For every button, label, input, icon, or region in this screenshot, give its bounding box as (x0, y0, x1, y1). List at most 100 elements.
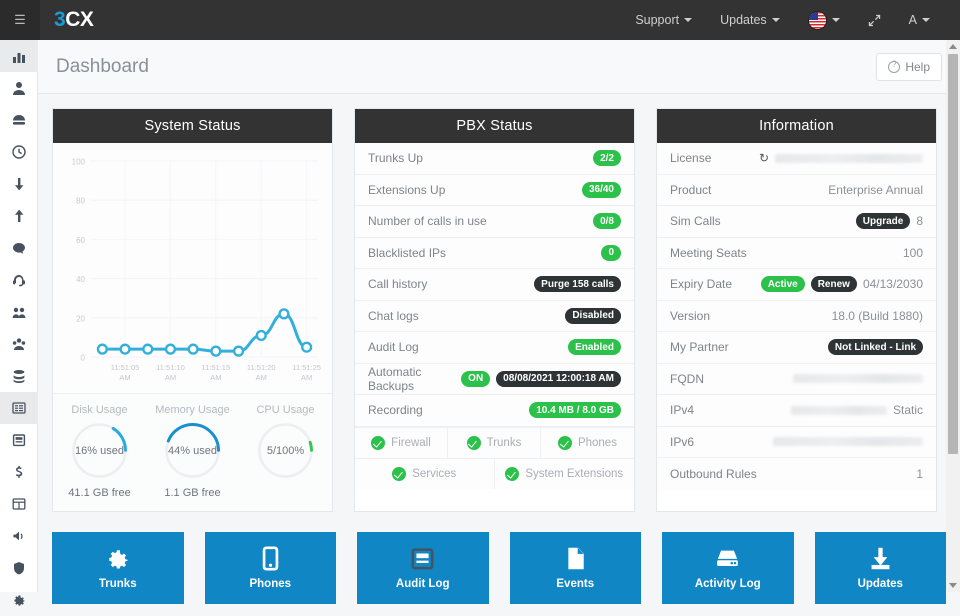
gauge-title: Disk Usage (71, 404, 127, 416)
pbx-row-label: Audit Log (368, 340, 419, 354)
sidebar-item-dashboard[interactable] (0, 40, 38, 72)
status-badge[interactable]: Purge 158 calls (534, 276, 621, 292)
speaker-icon (12, 529, 26, 543)
sim-calls-value: 8 (916, 214, 923, 228)
gauge-0: Disk Usage16% used41.1 GB free (53, 404, 146, 499)
health-check-item[interactable]: Trunks (448, 428, 541, 458)
fullscreen-button[interactable] (854, 0, 895, 40)
sidebar-item-settings[interactable] (0, 584, 38, 616)
support-menu[interactable]: Support (621, 0, 706, 40)
chevron-down-icon (922, 18, 930, 22)
info-row-expiry-date: Expiry DateActiveRenew04/13/2030 (657, 269, 936, 301)
scrollbar-thumb[interactable] (948, 54, 958, 454)
arrow-down-icon (12, 177, 26, 191)
info-row-value: ↻ (759, 151, 923, 165)
check-circle-icon (392, 467, 406, 481)
info-row-label: Sim Calls (670, 214, 721, 228)
sidebar-item-billing[interactable] (0, 456, 38, 488)
pbx-row-value: 0/8 (593, 213, 621, 229)
info-row-value: Upgrade 8 (856, 213, 923, 229)
scroll-down-icon[interactable] (949, 583, 957, 588)
sidebar-item-outbound-rules[interactable] (0, 200, 38, 232)
svg-text:11:51:15: 11:51:15 (202, 363, 231, 372)
health-check-item[interactable]: Phones (541, 428, 634, 458)
health-checks-row: Services System Extensions (355, 459, 634, 489)
line-chart: 02040608010011:51:05AM11:51:10AM11:51:15… (59, 151, 328, 401)
health-check-item[interactable]: Firewall (355, 428, 448, 458)
sidebar-item-call-flow-apps[interactable] (0, 488, 38, 520)
chart-data-point (302, 343, 311, 352)
pbx-row-value: Purge 158 calls (534, 276, 621, 292)
sidebar-item-inbound-rules[interactable] (0, 168, 38, 200)
gear-icon (12, 593, 26, 607)
svg-text:AM: AM (210, 373, 221, 382)
chart-data-point (211, 347, 220, 356)
sidebar-item-contacts[interactable] (0, 328, 38, 360)
gauge-title: Memory Usage (155, 404, 230, 416)
tile-label: Trunks (99, 578, 137, 590)
status-badge[interactable]: 2/2 (593, 150, 621, 166)
app-logo[interactable]: 3CX (54, 8, 93, 32)
sidebar-item-activity-log[interactable] (0, 392, 38, 424)
pbx-row: Audit Log Enabled (355, 332, 634, 364)
gauge-value: 44% used (161, 419, 224, 482)
redacted-value (773, 437, 923, 446)
account-menu[interactable]: A (895, 0, 944, 40)
tile-events[interactable]: Events (510, 532, 642, 604)
backups-toggle-badge[interactable]: ON (461, 371, 490, 387)
status-badge[interactable]: 36/40 (582, 182, 621, 198)
health-check-label: Services (412, 468, 456, 480)
info-row-outbound-rules: Outbound Rules1 (657, 458, 936, 490)
status-badge[interactable]: 0/8 (593, 213, 621, 229)
support-label: Support (635, 13, 679, 27)
database-icon (12, 369, 26, 383)
chart-data-point (280, 309, 289, 318)
health-checks: FirewallTrunksPhones Services System Exten… (355, 427, 634, 489)
scroll-up-icon[interactable] (949, 44, 957, 49)
sidebar-item-voice-prompts[interactable] (0, 520, 38, 552)
health-check-item[interactable]: System Extensions (495, 459, 635, 489)
status-badge[interactable]: 0 (601, 245, 621, 261)
sidebar-item-sip-trunks[interactable] (0, 104, 38, 136)
list-icon (12, 401, 26, 415)
sidebar-item-security[interactable] (0, 552, 38, 584)
pbx-row-label: Number of calls in use (368, 214, 487, 228)
health-check-item[interactable]: Services (355, 459, 495, 489)
status-badge[interactable]: Disabled (565, 308, 621, 324)
info-row-sim-calls: Sim Calls Upgrade 8 (657, 206, 936, 238)
renew-badge[interactable]: Renew (811, 276, 857, 292)
svg-text:60: 60 (76, 236, 85, 245)
tile-trunks[interactable]: Trunks (52, 532, 184, 604)
active-badge[interactable]: Active (761, 276, 805, 292)
tile-updates[interactable]: Updates (815, 532, 947, 604)
sidebar-item-reports[interactable] (0, 424, 38, 456)
info-row-value: 100 (903, 246, 923, 260)
info-row-value (793, 374, 923, 383)
sidebar-item-groups[interactable] (0, 296, 38, 328)
pbx-row: Call historyPurge 158 calls (355, 269, 634, 301)
language-menu[interactable] (794, 0, 854, 40)
sidebar-item-call-center[interactable] (0, 264, 38, 296)
sidebar-item-web-client[interactable] (0, 136, 38, 168)
tile-activity-log[interactable]: Activity Log (662, 532, 794, 604)
health-checks-row: FirewallTrunksPhones (355, 428, 634, 459)
hamburger-menu-icon[interactable]: ☰ (0, 0, 40, 40)
sidebar-item-users[interactable] (0, 72, 38, 104)
status-badge[interactable]: Enabled (568, 339, 621, 355)
sidebar-item-backup-restore[interactable] (0, 360, 38, 392)
info-row-value: Static (791, 403, 923, 417)
backups-timestamp-badge[interactable]: 08/08/2021 12:00:18 AM (496, 371, 621, 387)
upgrade-badge[interactable]: Upgrade (856, 213, 911, 229)
pbx-row-value: 10.4 MB / 8.0 GB (529, 402, 621, 418)
updates-menu[interactable]: Updates (706, 0, 794, 40)
help-button[interactable]: Help (876, 53, 942, 81)
refresh-icon[interactable]: ↻ (759, 151, 769, 165)
top-nav: Support Updates A (621, 0, 960, 40)
tile-phones[interactable]: Phones (205, 532, 337, 604)
recording-badge[interactable]: 10.4 MB / 8.0 GB (529, 402, 621, 418)
top-bar: ☰ 3CX Support Updates A (0, 0, 960, 40)
page-scrollbar[interactable] (946, 40, 960, 592)
partner-link-badge[interactable]: Not Linked - Link (828, 339, 923, 355)
sidebar-item-chat[interactable] (0, 232, 38, 264)
tile-audit-log[interactable]: Audit Log (357, 532, 489, 604)
